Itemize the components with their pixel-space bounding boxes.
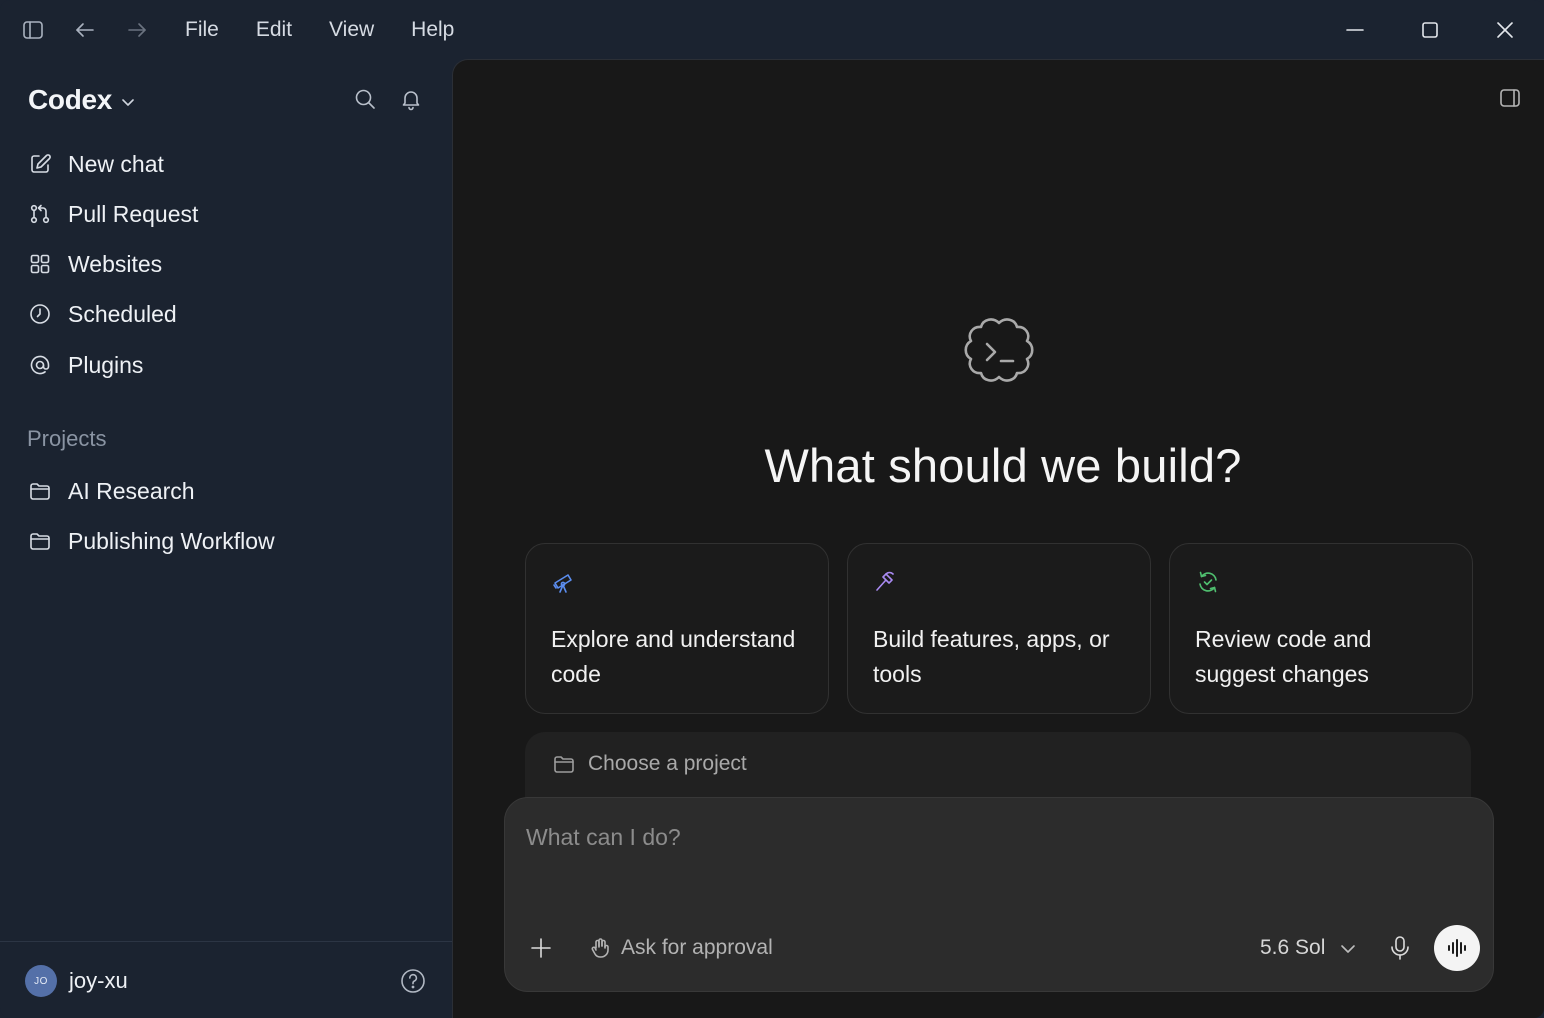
close-icon[interactable] (1490, 15, 1520, 45)
forward-arrow-icon[interactable] (124, 17, 150, 43)
approval-mode-button[interactable]: Ask for approval (588, 934, 773, 962)
suggestion-card-text: Build features, apps, or tools (873, 626, 1110, 687)
app-title: Codex (28, 84, 113, 115)
project-picker-label: Choose a project (588, 752, 747, 775)
prompt-input[interactable] (526, 820, 1426, 854)
suggestion-card-text: Explore and understand code (551, 626, 796, 687)
help-icon[interactable] (399, 967, 427, 995)
codex-logo-icon (957, 311, 1041, 395)
menu-file[interactable]: File (185, 18, 219, 42)
model-selector[interactable]: 5.6 Sol (1260, 934, 1357, 962)
refresh-check-icon (1195, 569, 1221, 595)
search-icon[interactable] (352, 86, 378, 112)
composer: Ask for approval 5.6 Sol (504, 797, 1494, 992)
sidebar-item-label: Plugins (68, 351, 144, 378)
project-item-label: AI Research (68, 477, 195, 504)
title-bar: File Edit View Help (0, 0, 1544, 60)
clock-icon (28, 302, 52, 326)
microphone-icon[interactable] (1387, 934, 1413, 962)
project-item-label: Publishing Workflow (68, 527, 275, 554)
chevron-down-icon (120, 94, 136, 110)
folder-icon (552, 752, 576, 776)
approval-mode-label: Ask for approval (621, 936, 773, 959)
menu-bar: File Edit View Help (185, 0, 491, 60)
sidebar-item-plugins[interactable]: Plugins (24, 343, 428, 387)
add-attachment-icon[interactable] (527, 934, 555, 962)
hand-icon (588, 936, 612, 960)
maximize-icon[interactable] (1415, 15, 1445, 45)
minimize-icon[interactable] (1340, 15, 1370, 45)
panel-toggle-icon[interactable] (1498, 86, 1522, 110)
telescope-icon (551, 569, 577, 595)
sidebar-footer: JO joy-xu (0, 941, 452, 1018)
folder-icon (28, 479, 52, 503)
waveform-icon (1446, 937, 1468, 959)
main-panel: What should we build? Explore and unders… (452, 59, 1544, 1018)
projects-section-label: Projects (27, 426, 107, 451)
suggestion-card-explore[interactable]: Explore and understand code (525, 543, 829, 714)
suggestion-card-review[interactable]: Review code and suggest changes (1169, 543, 1473, 714)
project-item-ai-research[interactable]: AI Research (24, 469, 428, 513)
folder-icon (28, 529, 52, 553)
project-item-publishing-workflow[interactable]: Publishing Workflow (24, 519, 428, 563)
sidebar-item-label: Websites (68, 250, 163, 277)
voice-mode-button[interactable] (1434, 925, 1480, 971)
sidebar-item-new-chat[interactable]: New chat (24, 142, 428, 186)
suggestion-card-build[interactable]: Build features, apps, or tools (847, 543, 1151, 714)
sidebar-toggle-icon[interactable] (20, 17, 46, 43)
workspace-switcher[interactable]: Codex (28, 82, 136, 118)
grid-icon (28, 252, 52, 276)
sidebar: Codex New chat Pull Request Websites Sch… (0, 60, 452, 1018)
app-window: File Edit View Help Codex New chat Pull … (0, 0, 1544, 1018)
hammer-icon (873, 569, 899, 595)
page-title: What should we build? (764, 439, 1242, 492)
menu-view[interactable]: View (329, 18, 374, 42)
sidebar-item-pull-request[interactable]: Pull Request (24, 192, 428, 236)
bell-icon[interactable] (398, 86, 424, 112)
model-label: 5.6 Sol (1260, 936, 1326, 959)
sidebar-item-websites[interactable]: Websites (24, 242, 428, 286)
git-pull-request-icon (28, 202, 52, 226)
menu-edit[interactable]: Edit (256, 18, 292, 42)
compose-icon (28, 152, 52, 176)
avatar[interactable]: JO (25, 965, 57, 997)
sidebar-item-label: Scheduled (68, 300, 177, 327)
back-arrow-icon[interactable] (72, 17, 98, 43)
at-sign-icon (28, 353, 52, 377)
username[interactable]: joy-xu (69, 968, 128, 994)
sidebar-item-scheduled[interactable]: Scheduled (24, 292, 428, 336)
sidebar-item-label: Pull Request (68, 200, 199, 227)
sidebar-item-label: New chat (68, 150, 164, 177)
chevron-down-icon (1339, 939, 1357, 957)
menu-help[interactable]: Help (411, 18, 454, 42)
suggestion-card-text: Review code and suggest changes (1195, 626, 1372, 687)
